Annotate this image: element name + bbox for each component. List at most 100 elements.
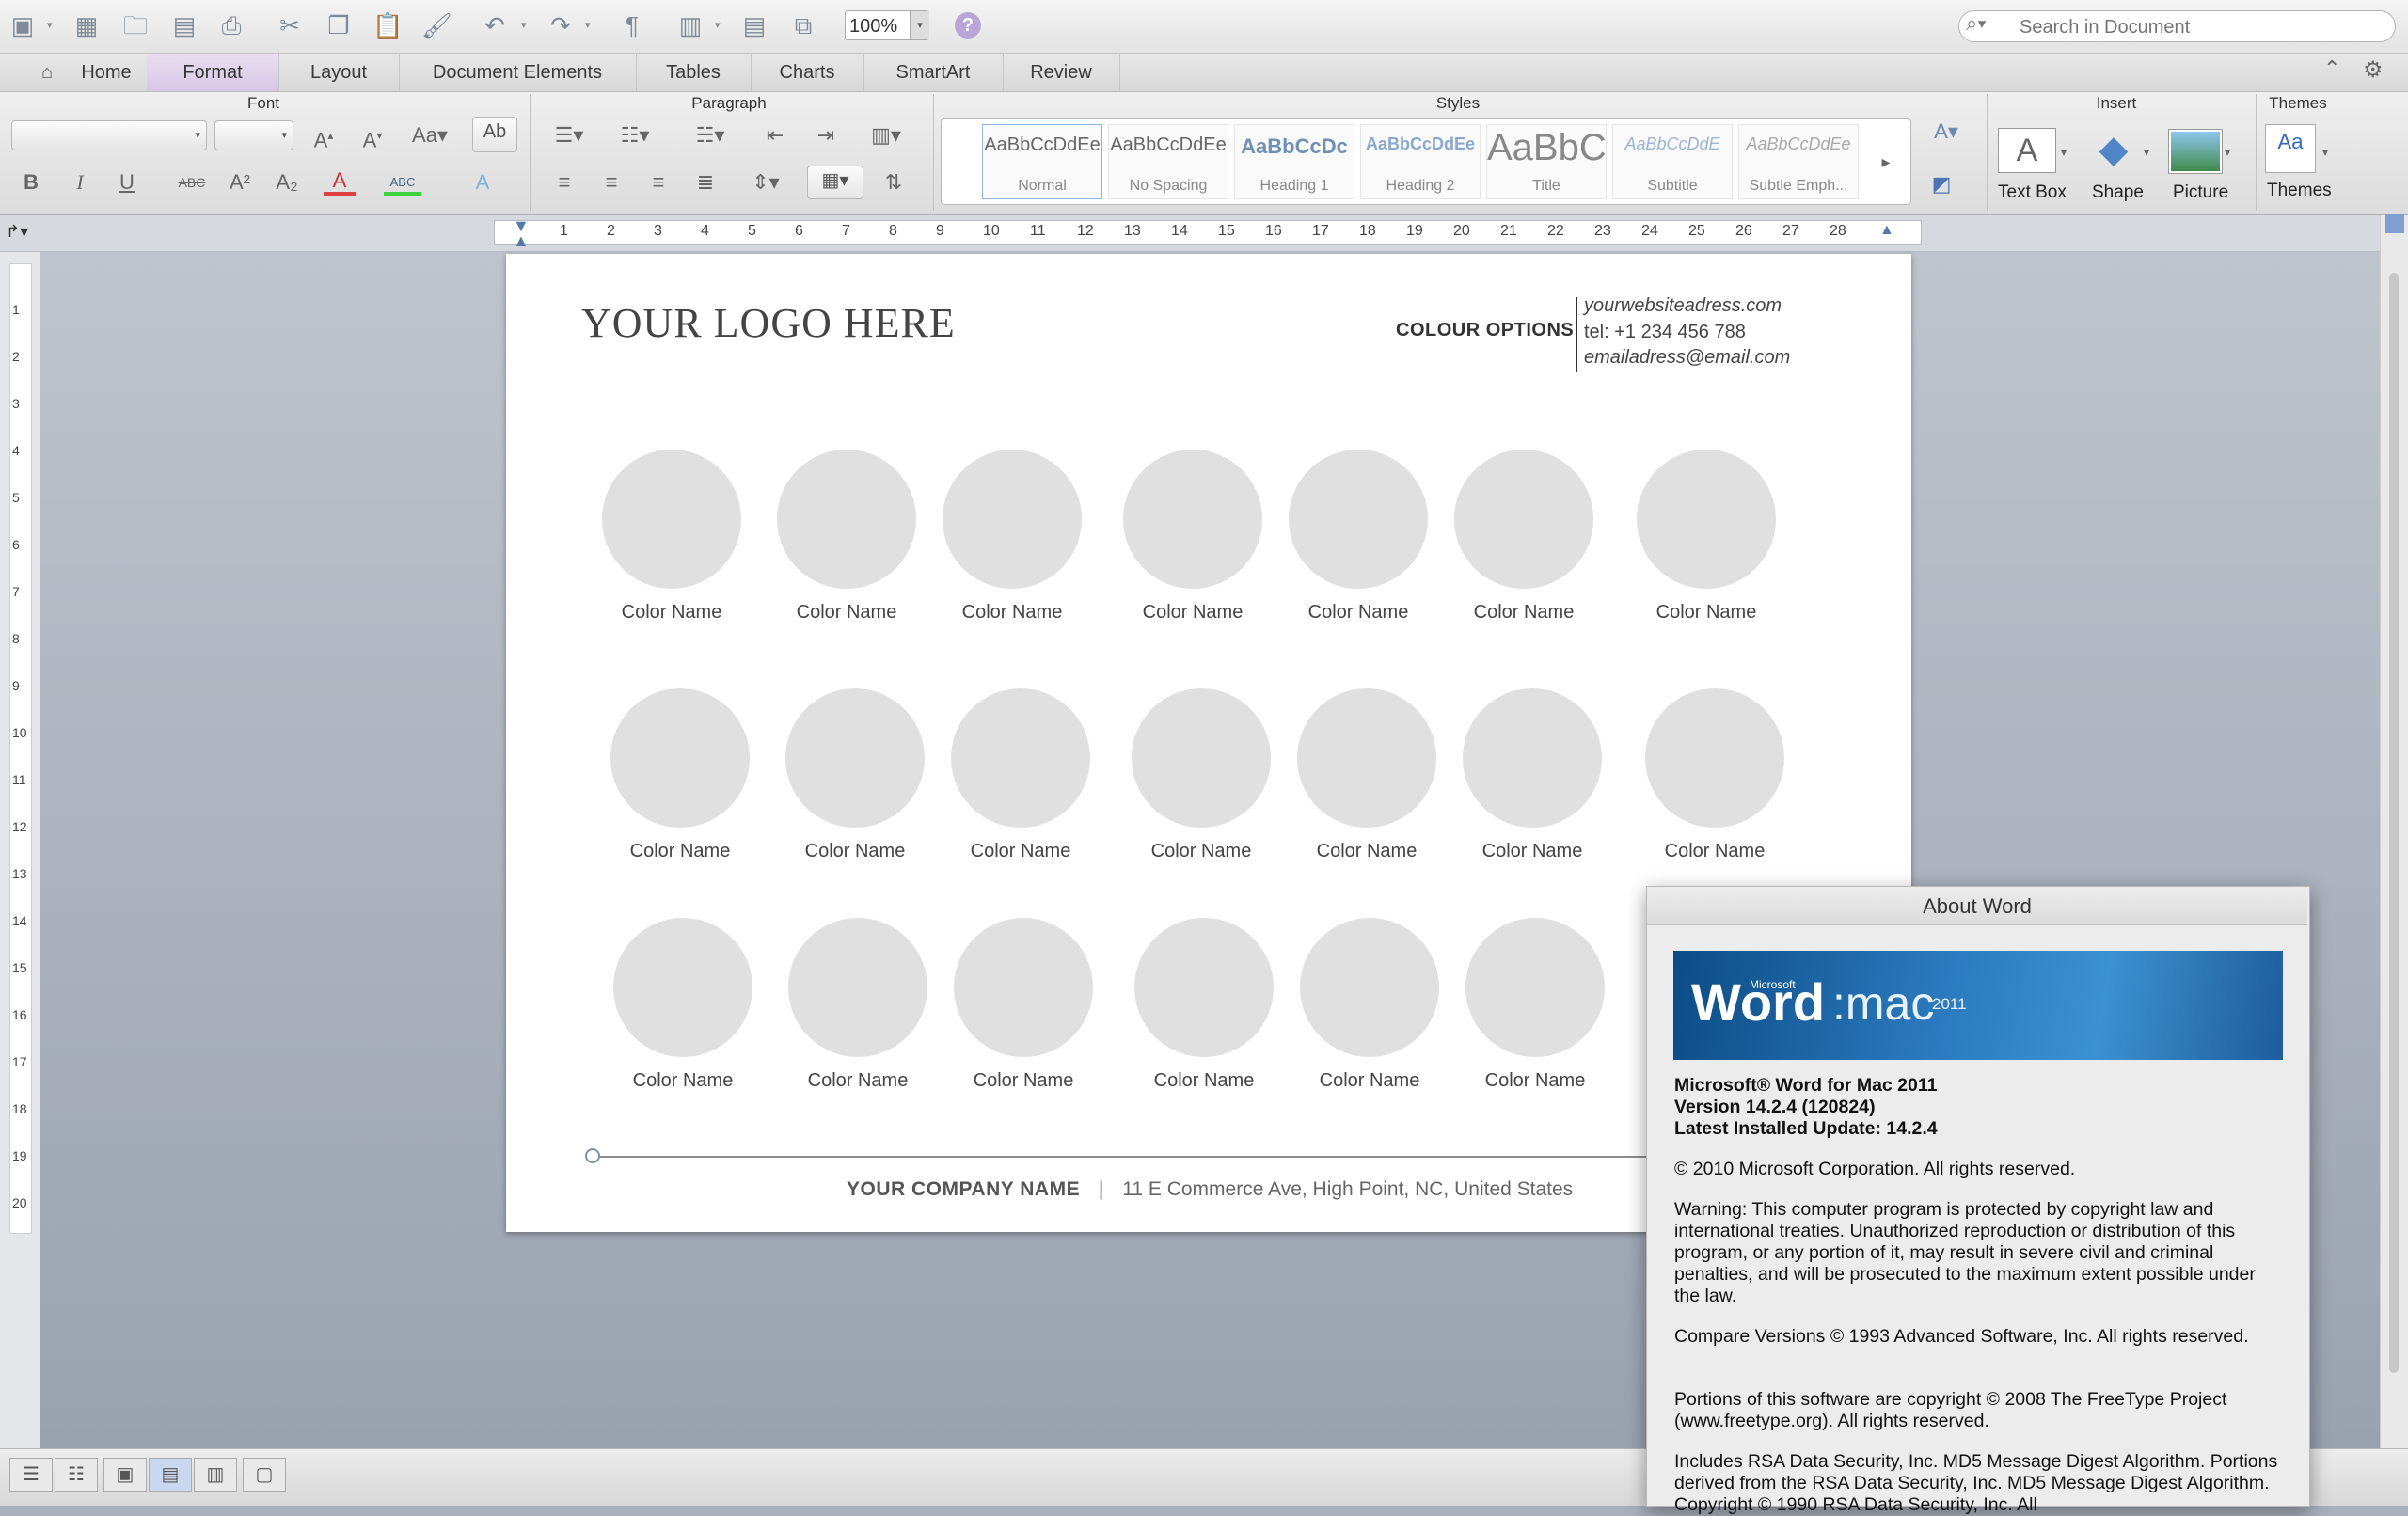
zoom-dropdown-icon[interactable]: ▾ [910,11,929,39]
color-name-label[interactable]: Color Name [762,602,931,624]
cut-icon[interactable]: ✂ [275,11,305,39]
sort-icon[interactable]: ⇅ [875,167,912,197]
tab-review[interactable]: Review [1003,54,1120,91]
color-name-label[interactable]: Color Name [1274,602,1443,624]
picture-icon[interactable] [2169,130,2222,173]
styles-next-icon[interactable]: ▸ [1872,147,1900,177]
borders-icon[interactable]: ▦▾ [807,166,863,199]
superscript-icon[interactable]: A² [224,167,256,197]
tab-tables[interactable]: Tables [636,54,752,91]
bold-icon[interactable]: B [15,167,47,197]
tab-format[interactable]: Format [147,54,279,91]
color-swatch[interactable] [1300,918,1439,1057]
shape-icon[interactable]: ◆ [2088,126,2139,173]
logo-placeholder[interactable]: YOUR LOGO HERE [581,299,956,347]
redo-caret-icon[interactable]: ▾ [585,19,591,31]
open-icon[interactable]: 🗀 [120,11,150,39]
increase-indent-icon[interactable]: ⇥ [807,120,845,150]
color-name-label[interactable]: Color Name [1622,602,1791,624]
picture-label[interactable]: Picture [2173,182,2228,203]
vertical-ruler-scale[interactable]: 1 2 3 4 5 6 7 8 9 10 11 12 13 14 15 16 17 18 19 20 [9,263,32,1234]
undo-icon[interactable]: ↶ [480,11,510,39]
new-document-icon[interactable]: ▣ [8,11,38,39]
line-spacing-icon[interactable]: ⇕▾ [739,167,792,197]
phone-text[interactable]: tel: +1 234 456 788 [1584,322,1746,343]
style-title[interactable]: AaBbC Title [1486,124,1607,199]
tab-smartart[interactable]: SmartArt [863,54,1004,91]
shape-label[interactable]: Shape [2092,182,2144,203]
color-name-label[interactable]: Color Name [1119,1070,1289,1092]
split-view-icon[interactable] [2385,214,2404,233]
subscript-icon[interactable]: A₂ [271,167,303,197]
color-swatch[interactable] [788,918,927,1057]
font-size-dropdown[interactable]: ▾ [214,120,293,150]
color-swatch[interactable] [943,450,1082,589]
align-left-icon[interactable]: ≡ [546,167,583,197]
multilevel-list-icon[interactable]: ☵▾ [687,120,734,150]
print-layout-view-icon[interactable]: ▤ [149,1458,192,1492]
color-name-label[interactable]: Color Name [1450,1070,1620,1092]
color-swatch[interactable] [613,918,752,1057]
colour-options-heading[interactable]: COLOUR OPTIONS [1396,320,1574,341]
color-name-label[interactable]: Color Name [1448,841,1617,862]
chevron-down-icon[interactable]: ▾ [2316,137,2335,167]
color-swatch[interactable] [954,918,1093,1057]
chevron-down-icon[interactable]: ▾ [2054,137,2073,167]
font-color-icon[interactable]: A [324,166,356,196]
help-icon[interactable]: ? [955,12,981,39]
style-subtitle[interactable]: AaBbCcDdE Subtitle [1612,124,1733,199]
manage-styles-icon[interactable]: A▾ [1923,117,1970,147]
align-center-icon[interactable]: ≡ [593,167,630,197]
gallery-icon[interactable]: ▤ [739,11,769,39]
website-text[interactable]: yourwebsiteadress.com [1584,295,1782,317]
tab-charts[interactable]: Charts [751,54,864,91]
tab-home[interactable]: Home [66,54,148,91]
copy-icon[interactable]: ❐ [324,11,354,39]
search-icon[interactable]: ⌕▾ [1966,11,1987,36]
change-case-icon[interactable]: Aa▾ [406,120,453,150]
tab-layout[interactable]: Layout [278,54,400,91]
color-swatch[interactable] [602,450,741,589]
color-swatch[interactable] [1465,918,1605,1057]
underline-icon[interactable]: U [111,167,143,197]
style-normal[interactable]: AaBbCcDdEe Normal [982,124,1102,199]
color-name-label[interactable]: Color Name [770,841,940,862]
tab-document-elements[interactable]: Document Elements [399,54,637,91]
footer-rule-handle[interactable] [585,1148,600,1163]
tab-stop-selector-icon[interactable]: ↱▾ [6,222,32,246]
color-name-label[interactable]: Color Name [1285,1070,1454,1092]
color-name-label[interactable]: Color Name [1108,602,1277,624]
outline-view-icon[interactable]: ☷ [55,1458,98,1492]
grow-font-icon[interactable]: A▴ [305,120,342,155]
decrease-indent-icon[interactable]: ⇤ [756,120,794,150]
color-swatch[interactable] [610,688,750,828]
notebook-view-icon[interactable]: ▥ [194,1458,237,1492]
color-swatch[interactable] [777,450,916,589]
format-painter-icon[interactable]: 🖌 [421,11,452,39]
columns-icon[interactable]: ▥▾ [860,120,912,150]
color-name-label[interactable]: Color Name [1117,841,1286,862]
footer-text[interactable]: YOUR COMPANY NAME | 11 E Commerce Ave, H… [847,1178,1573,1201]
text-box-icon[interactable]: A [1998,128,2056,173]
color-swatch[interactable] [1637,450,1776,589]
show-paragraph-icon[interactable]: ¶ [617,11,647,39]
draft-view-icon[interactable]: ☰ [9,1458,53,1492]
templates-icon[interactable]: ▦ [71,11,102,39]
scrollbar-thumb[interactable] [2389,273,2399,1373]
text-box-label[interactable]: Text Box [1998,182,2067,203]
print-icon[interactable]: ⎙ [216,11,246,39]
color-swatch[interactable] [1134,918,1274,1057]
toolbox-icon[interactable]: ⧉ [788,11,818,39]
sidebar-caret-icon[interactable]: ▾ [715,19,721,31]
highlight-icon[interactable]: ABC [384,167,421,196]
color-name-label[interactable]: Color Name [939,1070,1108,1092]
font-name-dropdown[interactable]: ▾ [11,120,207,150]
sidebar-icon[interactable]: ▥ [675,11,705,39]
color-swatch[interactable] [785,688,925,828]
style-no-spacing[interactable]: AaBbCcDdEe No Spacing [1108,124,1228,199]
gear-icon[interactable]: ⚙ [2363,56,2384,84]
shrink-font-icon[interactable]: A▾ [354,120,391,155]
italic-icon[interactable]: I [64,167,96,197]
color-swatch[interactable] [1289,450,1428,589]
bullets-icon[interactable]: ☰▾ [546,120,593,150]
